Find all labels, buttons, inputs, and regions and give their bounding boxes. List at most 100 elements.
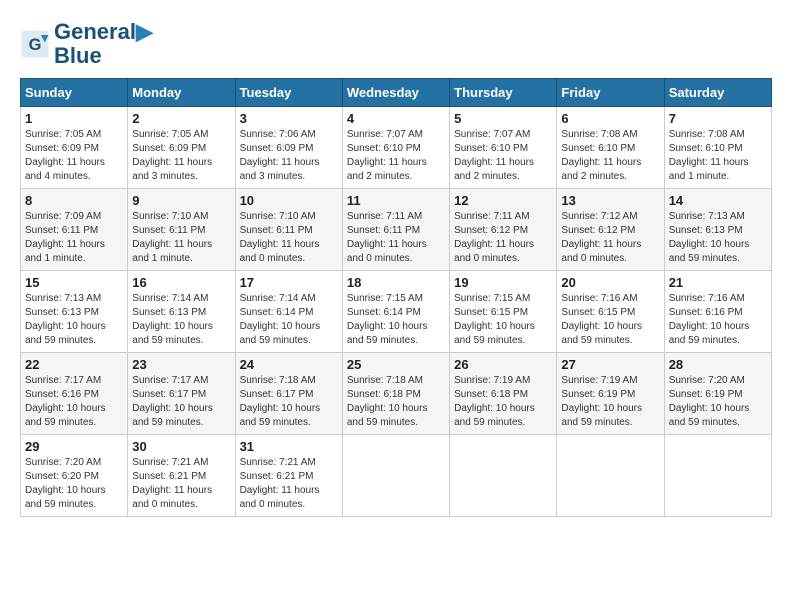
day-number: 7 — [669, 111, 767, 126]
day-number: 12 — [454, 193, 552, 208]
calendar-cell: 30 Sunrise: 7:21 AM Sunset: 6:21 PM Dayl… — [128, 435, 235, 517]
calendar-cell: 29 Sunrise: 7:20 AM Sunset: 6:20 PM Dayl… — [21, 435, 128, 517]
calendar-cell: 1 Sunrise: 7:05 AM Sunset: 6:09 PM Dayli… — [21, 107, 128, 189]
day-number: 1 — [25, 111, 123, 126]
day-info: Sunrise: 7:13 AM Sunset: 6:13 PM Dayligh… — [669, 210, 767, 266]
day-info: Sunrise: 7:10 AM Sunset: 6:11 PM Dayligh… — [132, 210, 230, 266]
day-info: Sunrise: 7:16 AM Sunset: 6:16 PM Dayligh… — [669, 292, 767, 348]
day-number: 17 — [240, 275, 338, 290]
day-info: Sunrise: 7:07 AM Sunset: 6:10 PM Dayligh… — [454, 128, 552, 184]
day-header-monday: Monday — [128, 79, 235, 107]
day-info: Sunrise: 7:20 AM Sunset: 6:20 PM Dayligh… — [25, 456, 123, 512]
day-info: Sunrise: 7:19 AM Sunset: 6:19 PM Dayligh… — [561, 374, 659, 430]
day-number: 8 — [25, 193, 123, 208]
day-number: 5 — [454, 111, 552, 126]
day-info: Sunrise: 7:07 AM Sunset: 6:10 PM Dayligh… — [347, 128, 445, 184]
day-info: Sunrise: 7:17 AM Sunset: 6:17 PM Dayligh… — [132, 374, 230, 430]
day-number: 28 — [669, 357, 767, 372]
day-info: Sunrise: 7:05 AM Sunset: 6:09 PM Dayligh… — [132, 128, 230, 184]
day-number: 24 — [240, 357, 338, 372]
calendar-cell: 6 Sunrise: 7:08 AM Sunset: 6:10 PM Dayli… — [557, 107, 664, 189]
calendar-cell — [450, 435, 557, 517]
calendar-cell: 25 Sunrise: 7:18 AM Sunset: 6:18 PM Dayl… — [342, 353, 449, 435]
day-number: 9 — [132, 193, 230, 208]
day-info: Sunrise: 7:16 AM Sunset: 6:15 PM Dayligh… — [561, 292, 659, 348]
calendar: SundayMondayTuesdayWednesdayThursdayFrid… — [20, 78, 772, 517]
calendar-cell: 14 Sunrise: 7:13 AM Sunset: 6:13 PM Dayl… — [664, 189, 771, 271]
day-number: 11 — [347, 193, 445, 208]
day-number: 27 — [561, 357, 659, 372]
calendar-cell: 16 Sunrise: 7:14 AM Sunset: 6:13 PM Dayl… — [128, 271, 235, 353]
day-info: Sunrise: 7:09 AM Sunset: 6:11 PM Dayligh… — [25, 210, 123, 266]
day-info: Sunrise: 7:21 AM Sunset: 6:21 PM Dayligh… — [240, 456, 338, 512]
day-info: Sunrise: 7:12 AM Sunset: 6:12 PM Dayligh… — [561, 210, 659, 266]
day-number: 25 — [347, 357, 445, 372]
calendar-cell: 26 Sunrise: 7:19 AM Sunset: 6:18 PM Dayl… — [450, 353, 557, 435]
calendar-cell: 23 Sunrise: 7:17 AM Sunset: 6:17 PM Dayl… — [128, 353, 235, 435]
day-header-thursday: Thursday — [450, 79, 557, 107]
day-number: 22 — [25, 357, 123, 372]
logo-text: General▶ Blue — [54, 20, 153, 68]
calendar-cell: 12 Sunrise: 7:11 AM Sunset: 6:12 PM Dayl… — [450, 189, 557, 271]
calendar-cell: 20 Sunrise: 7:16 AM Sunset: 6:15 PM Dayl… — [557, 271, 664, 353]
day-number: 26 — [454, 357, 552, 372]
calendar-cell: 11 Sunrise: 7:11 AM Sunset: 6:11 PM Dayl… — [342, 189, 449, 271]
calendar-cell: 10 Sunrise: 7:10 AM Sunset: 6:11 PM Dayl… — [235, 189, 342, 271]
calendar-cell — [664, 435, 771, 517]
calendar-cell: 2 Sunrise: 7:05 AM Sunset: 6:09 PM Dayli… — [128, 107, 235, 189]
calendar-cell: 18 Sunrise: 7:15 AM Sunset: 6:14 PM Dayl… — [342, 271, 449, 353]
calendar-cell: 22 Sunrise: 7:17 AM Sunset: 6:16 PM Dayl… — [21, 353, 128, 435]
day-number: 2 — [132, 111, 230, 126]
calendar-cell: 13 Sunrise: 7:12 AM Sunset: 6:12 PM Dayl… — [557, 189, 664, 271]
calendar-cell — [342, 435, 449, 517]
logo-icon: G — [20, 29, 50, 59]
day-info: Sunrise: 7:19 AM Sunset: 6:18 PM Dayligh… — [454, 374, 552, 430]
calendar-cell: 15 Sunrise: 7:13 AM Sunset: 6:13 PM Dayl… — [21, 271, 128, 353]
calendar-cell: 28 Sunrise: 7:20 AM Sunset: 6:19 PM Dayl… — [664, 353, 771, 435]
day-info: Sunrise: 7:17 AM Sunset: 6:16 PM Dayligh… — [25, 374, 123, 430]
day-info: Sunrise: 7:08 AM Sunset: 6:10 PM Dayligh… — [561, 128, 659, 184]
calendar-cell: 9 Sunrise: 7:10 AM Sunset: 6:11 PM Dayli… — [128, 189, 235, 271]
calendar-cell: 19 Sunrise: 7:15 AM Sunset: 6:15 PM Dayl… — [450, 271, 557, 353]
day-info: Sunrise: 7:18 AM Sunset: 6:18 PM Dayligh… — [347, 374, 445, 430]
calendar-cell: 31 Sunrise: 7:21 AM Sunset: 6:21 PM Dayl… — [235, 435, 342, 517]
day-number: 30 — [132, 439, 230, 454]
day-number: 23 — [132, 357, 230, 372]
day-info: Sunrise: 7:15 AM Sunset: 6:15 PM Dayligh… — [454, 292, 552, 348]
calendar-cell: 24 Sunrise: 7:18 AM Sunset: 6:17 PM Dayl… — [235, 353, 342, 435]
calendar-cell — [557, 435, 664, 517]
day-info: Sunrise: 7:21 AM Sunset: 6:21 PM Dayligh… — [132, 456, 230, 512]
day-info: Sunrise: 7:11 AM Sunset: 6:12 PM Dayligh… — [454, 210, 552, 266]
day-info: Sunrise: 7:11 AM Sunset: 6:11 PM Dayligh… — [347, 210, 445, 266]
day-number: 14 — [669, 193, 767, 208]
logo: G General▶ Blue — [20, 20, 153, 68]
calendar-cell: 4 Sunrise: 7:07 AM Sunset: 6:10 PM Dayli… — [342, 107, 449, 189]
day-number: 21 — [669, 275, 767, 290]
day-number: 31 — [240, 439, 338, 454]
calendar-cell: 5 Sunrise: 7:07 AM Sunset: 6:10 PM Dayli… — [450, 107, 557, 189]
day-number: 20 — [561, 275, 659, 290]
day-header-friday: Friday — [557, 79, 664, 107]
calendar-cell: 27 Sunrise: 7:19 AM Sunset: 6:19 PM Dayl… — [557, 353, 664, 435]
day-info: Sunrise: 7:05 AM Sunset: 6:09 PM Dayligh… — [25, 128, 123, 184]
day-header-sunday: Sunday — [21, 79, 128, 107]
calendar-cell: 17 Sunrise: 7:14 AM Sunset: 6:14 PM Dayl… — [235, 271, 342, 353]
day-info: Sunrise: 7:20 AM Sunset: 6:19 PM Dayligh… — [669, 374, 767, 430]
day-number: 18 — [347, 275, 445, 290]
day-info: Sunrise: 7:14 AM Sunset: 6:13 PM Dayligh… — [132, 292, 230, 348]
day-info: Sunrise: 7:06 AM Sunset: 6:09 PM Dayligh… — [240, 128, 338, 184]
day-number: 29 — [25, 439, 123, 454]
day-info: Sunrise: 7:14 AM Sunset: 6:14 PM Dayligh… — [240, 292, 338, 348]
day-header-tuesday: Tuesday — [235, 79, 342, 107]
calendar-cell: 3 Sunrise: 7:06 AM Sunset: 6:09 PM Dayli… — [235, 107, 342, 189]
day-info: Sunrise: 7:18 AM Sunset: 6:17 PM Dayligh… — [240, 374, 338, 430]
day-info: Sunrise: 7:10 AM Sunset: 6:11 PM Dayligh… — [240, 210, 338, 266]
day-header-wednesday: Wednesday — [342, 79, 449, 107]
day-number: 10 — [240, 193, 338, 208]
day-info: Sunrise: 7:08 AM Sunset: 6:10 PM Dayligh… — [669, 128, 767, 184]
day-number: 6 — [561, 111, 659, 126]
day-number: 15 — [25, 275, 123, 290]
day-info: Sunrise: 7:15 AM Sunset: 6:14 PM Dayligh… — [347, 292, 445, 348]
day-info: Sunrise: 7:13 AM Sunset: 6:13 PM Dayligh… — [25, 292, 123, 348]
day-number: 4 — [347, 111, 445, 126]
